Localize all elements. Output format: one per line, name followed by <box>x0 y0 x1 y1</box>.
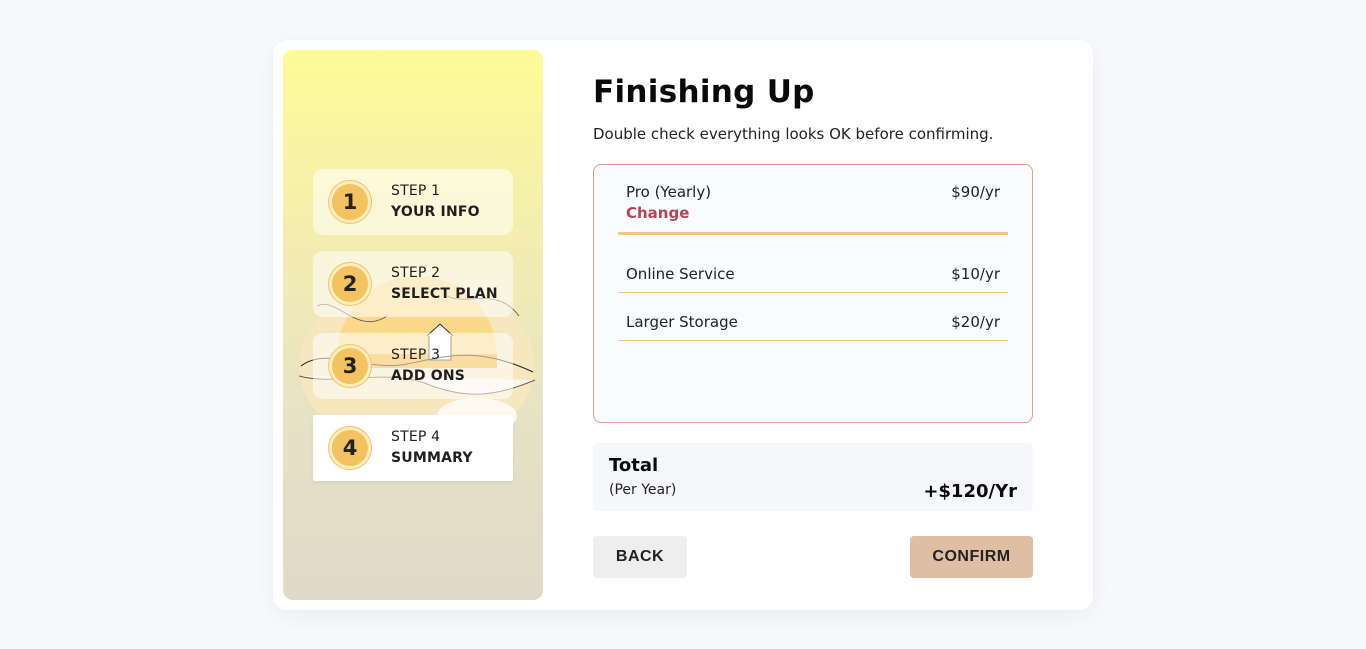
page-title: Finishing Up <box>593 74 815 110</box>
step-3[interactable]: 3 STEP 3 ADD ONS <box>313 333 513 399</box>
step-title: ADD ONS <box>391 368 466 384</box>
change-plan-link[interactable]: Change <box>626 204 689 222</box>
addon-row: Larger Storage $20/yr <box>618 311 1008 341</box>
step-title: SUMMARY <box>391 450 473 466</box>
summary-content: Finishing Up Double check everything loo… <box>593 40 1033 610</box>
step-number-badge: 4 <box>329 427 371 469</box>
addon-price: $20/yr <box>951 313 1000 331</box>
step-label: STEP 1 <box>391 183 441 199</box>
sidebar: 1 STEP 1 YOUR INFO 2 STEP 2 SELECT PLAN … <box>283 50 543 600</box>
page-subtitle: Double check everything looks OK before … <box>593 125 994 143</box>
form-card: 1 STEP 1 YOUR INFO 2 STEP 2 SELECT PLAN … <box>273 40 1093 610</box>
step-label: STEP 3 <box>391 347 441 363</box>
addon-row: Online Service $10/yr <box>618 263 1008 293</box>
addon-name: Larger Storage <box>626 313 738 331</box>
back-button[interactable]: BACK <box>593 536 687 578</box>
total-label: Total <box>609 455 659 476</box>
step-title: SELECT PLAN <box>391 286 498 302</box>
step-number-badge: 1 <box>329 181 371 223</box>
total-box: Total (Per Year) +$120/Yr <box>593 443 1033 511</box>
addon-name: Online Service <box>626 265 735 283</box>
step-number-badge: 3 <box>329 345 371 387</box>
addon-price: $10/yr <box>951 265 1000 283</box>
step-4[interactable]: 4 STEP 4 SUMMARY <box>313 415 513 481</box>
plan-price: $90/yr <box>951 183 1000 201</box>
plan-row: Pro (Yearly) $90/yr Change <box>618 183 1008 235</box>
order-summary-panel: Pro (Yearly) $90/yr Change Online Servic… <box>593 164 1033 423</box>
step-1[interactable]: 1 STEP 1 YOUR INFO <box>313 169 513 235</box>
total-amount: +$120/Yr <box>923 481 1017 502</box>
plan-name: Pro (Yearly) <box>626 183 712 201</box>
step-label: STEP 4 <box>391 429 441 445</box>
confirm-button[interactable]: CONFIRM <box>910 536 1033 578</box>
step-title: YOUR INFO <box>391 204 480 220</box>
step-label: STEP 2 <box>391 265 441 281</box>
step-number-badge: 2 <box>329 263 371 305</box>
total-period: (Per Year) <box>609 482 677 498</box>
step-2[interactable]: 2 STEP 2 SELECT PLAN <box>313 251 513 317</box>
